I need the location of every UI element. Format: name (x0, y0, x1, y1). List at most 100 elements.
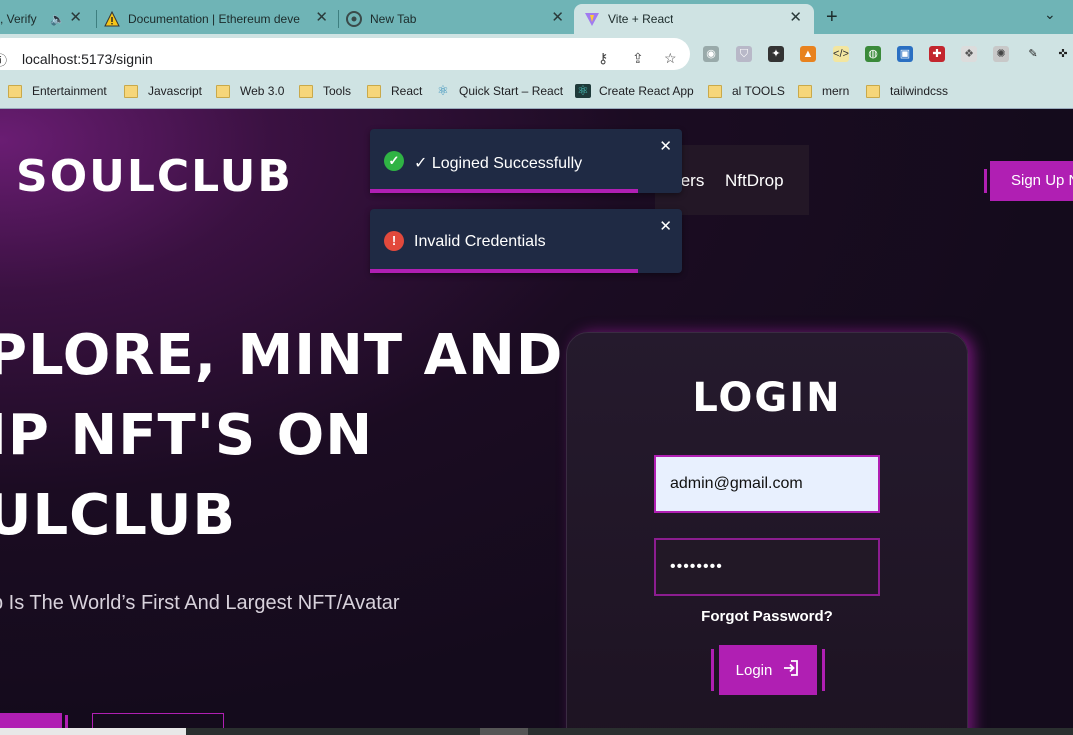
folder-icon (367, 84, 381, 98)
taskbar-left-region (0, 728, 186, 735)
bookmark-label: Web 3.0 (240, 84, 285, 98)
tab-title: New Tab (370, 12, 417, 26)
folder-icon (8, 84, 22, 98)
tab-separator (96, 10, 97, 28)
bookmark-al-tools[interactable]: al TOOLS (708, 83, 785, 99)
bookmark-tailwindcss[interactable]: tailwindcss (866, 83, 948, 99)
page-viewport: SOULCLUB ters NftDrop Sign Up N PLORE, M… (0, 109, 1073, 735)
speaker-icon: 🔈 (50, 12, 65, 26)
folder-icon (124, 84, 138, 98)
folder-icon (708, 84, 722, 98)
toast-success: ✓ ✓ Logined Successfully ✕ (370, 129, 682, 193)
bookmark-label: Tools (323, 84, 352, 98)
bookmarks-bar: Entertainment Javascript Web 3.0 Tools R… (0, 75, 1073, 109)
close-tab-icon[interactable]: ✕ (315, 10, 328, 26)
cra-icon: ⚛ (575, 84, 591, 98)
bookmark-entertainment[interactable]: Entertainment (8, 83, 107, 99)
folder-icon (866, 84, 880, 98)
nav-link-nftdrop[interactable]: NftDrop (725, 171, 784, 191)
chrome-icon (346, 11, 362, 27)
warning-icon (104, 11, 120, 27)
hero-title-line-1: PLORE, MINT AND (0, 323, 564, 388)
sign-up-button[interactable]: Sign Up N (984, 161, 1073, 201)
login-card: LOGIN Forgot Password? Login (566, 332, 968, 735)
bookmark-label: al TOOLS (732, 84, 785, 98)
bookmark-quick-start-react[interactable]: ⚛ Quick Start – React (435, 83, 563, 99)
bookmark-label: Quick Start – React (459, 84, 564, 98)
globe-extension-icon[interactable]: ◍ (865, 46, 881, 62)
error-alert-icon: ! (384, 231, 404, 251)
toast-progress-bar (370, 269, 639, 273)
toast-message: ✓ Logined Successfully (414, 155, 583, 172)
toast-message: Invalid Credentials (414, 233, 546, 250)
bookmark-create-react-app[interactable]: ⚛ Create React App (575, 83, 694, 99)
url-text[interactable]: localhost:5173/signin (22, 51, 153, 67)
tab-title: , Verify (0, 12, 37, 26)
tab-title: Documentation | Ethereum deve (128, 12, 300, 26)
tab-new-tab[interactable]: New Tab ✕ (346, 4, 572, 34)
toast-progress-bar (370, 189, 639, 193)
forgot-password-link[interactable]: Forgot Password? (567, 608, 967, 625)
site-logo[interactable]: SOULCLUB (16, 151, 293, 202)
ninja-extension-icon[interactable]: ✦ (768, 46, 784, 62)
react-icon: ⚛ (437, 83, 449, 98)
window-extension-icon[interactable]: ▣ (897, 46, 913, 62)
bookmark-star-icon[interactable]: ☆ (664, 50, 677, 67)
bug-extension-icon[interactable]: ✺ (993, 46, 1009, 62)
site-info-icon[interactable]: ⓘ (0, 50, 7, 69)
bookmark-tools[interactable]: Tools (299, 83, 351, 99)
email-field[interactable] (654, 455, 880, 513)
hero-title-line-2: IP NFT'S ON (0, 403, 374, 468)
bookmark-react[interactable]: React (367, 83, 422, 99)
bookmark-label: React (391, 84, 423, 98)
login-title: LOGIN (692, 375, 842, 421)
success-check-icon: ✓ (384, 151, 404, 171)
close-icon[interactable]: ✕ (659, 137, 672, 155)
browser-toolbar: ⓘ localhost:5173/signin ⚷ ⇪ ☆ ◉ ⛉ ✦ ▲ </… (0, 34, 1073, 75)
share-icon[interactable]: ⇪ (632, 50, 644, 67)
hero-subtitle: b Is The World’s First And Largest NFT/A… (0, 592, 400, 614)
key-icon[interactable]: ⚷ (598, 50, 608, 67)
tab-bar: , Verify 🔈 ✕ Documentation | Ethereum de… (0, 0, 1073, 34)
puzzle-gray-extension-icon[interactable]: ❖ (961, 46, 977, 62)
red-extension-icon[interactable]: ✚ (929, 46, 945, 62)
shield-extension-icon[interactable]: ⛉ (736, 46, 752, 62)
bookmark-label: tailwindcss (890, 84, 949, 98)
folder-icon (216, 84, 230, 98)
camera-extension-icon[interactable]: ◉ (703, 46, 719, 62)
tab-verify[interactable]: , Verify 🔈 ✕ (0, 4, 90, 34)
tab-documentation[interactable]: Documentation | Ethereum deve ✕ (104, 4, 336, 34)
bookmark-web3[interactable]: Web 3.0 (216, 83, 284, 99)
tab-title: Vite + React (608, 12, 674, 26)
tab-separator (338, 10, 339, 28)
address-bar[interactable]: ⓘ localhost:5173/signin ⚷ ⇪ ☆ (0, 38, 690, 70)
new-tab-button[interactable]: + (826, 6, 838, 29)
taskbar-item[interactable] (480, 728, 528, 735)
eyedropper-extension-icon[interactable]: ✎ (1025, 46, 1041, 62)
close-tab-icon[interactable]: ✕ (69, 10, 82, 26)
code-extension-icon[interactable]: </> (833, 46, 849, 62)
extensions-puzzle-icon[interactable]: ✜ (1055, 46, 1071, 62)
bookmark-mern[interactable]: mern (798, 83, 849, 99)
login-button-label: Login (735, 661, 773, 679)
metamask-extension-icon[interactable]: ▲ (800, 46, 816, 62)
hero-title-line-3: ULCLUB (0, 483, 237, 548)
folder-icon (798, 84, 812, 98)
close-tab-icon[interactable]: ✕ (551, 10, 564, 26)
tab-search-chevron-icon[interactable]: ⌄ (1044, 6, 1056, 23)
folder-icon (299, 84, 313, 98)
toast-error: ! Invalid Credentials ✕ (370, 209, 682, 273)
password-field[interactable] (654, 538, 880, 596)
sign-in-icon (782, 659, 800, 681)
bookmark-label: mern (822, 84, 850, 98)
close-tab-icon[interactable]: ✕ (789, 10, 802, 26)
bookmark-label: Create React App (599, 84, 694, 98)
tab-vite-react[interactable]: Vite + React ✕ (574, 4, 814, 34)
taskbar-strip (0, 728, 1073, 735)
vite-icon (584, 11, 600, 27)
bookmark-label: Entertainment (32, 84, 107, 98)
login-button[interactable]: Login (711, 645, 825, 695)
bookmark-javascript[interactable]: Javascript (124, 83, 202, 99)
close-icon[interactable]: ✕ (659, 217, 672, 235)
bookmark-label: Javascript (148, 84, 203, 98)
